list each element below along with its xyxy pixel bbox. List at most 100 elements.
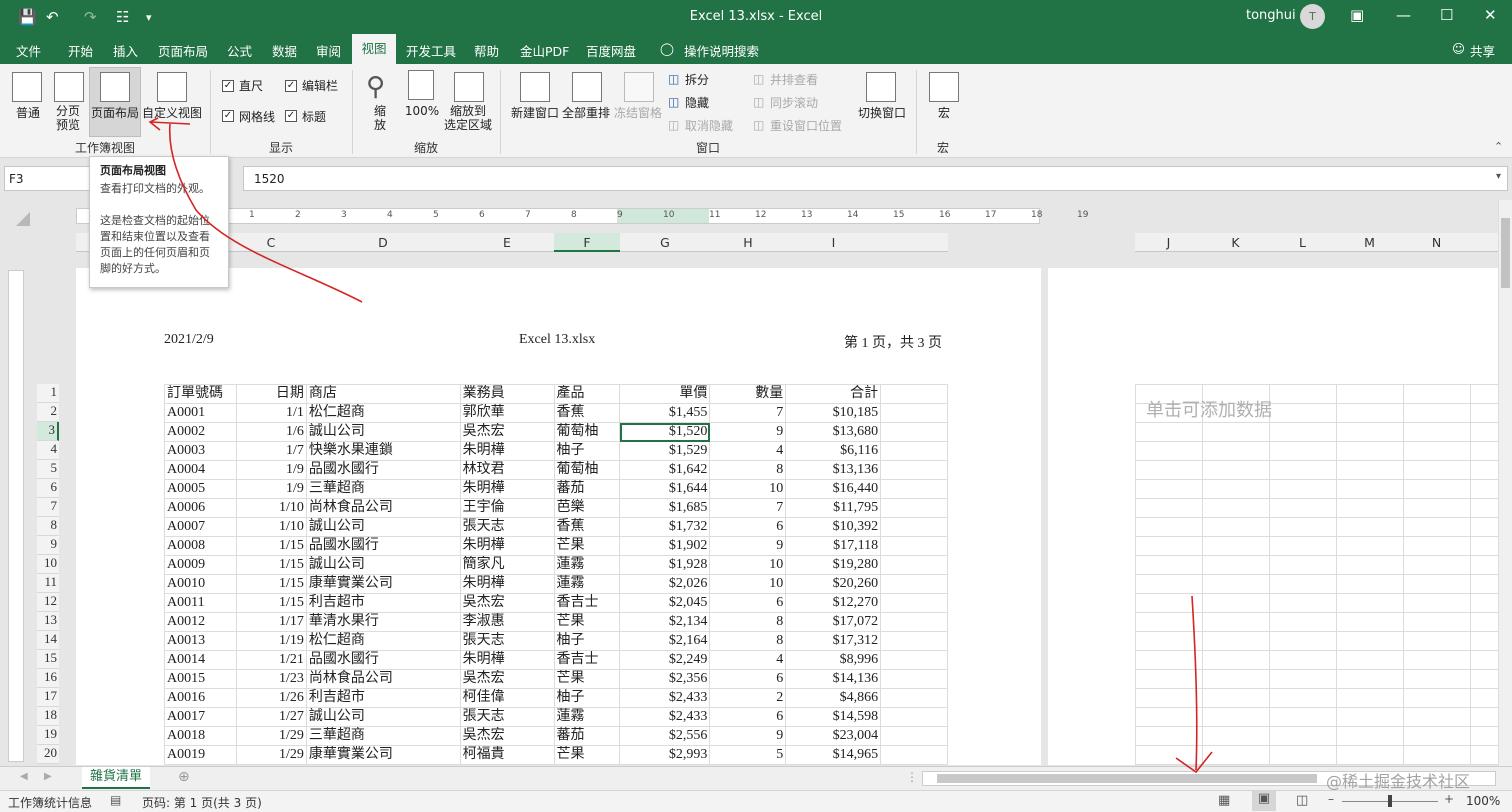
table-cell[interactable]: $2,556	[619, 726, 711, 746]
table-cell[interactable]: 蓮霧	[553, 707, 621, 727]
table-cell[interactable]: $2,249	[619, 650, 711, 670]
table-cell[interactable]: 品國水國行	[305, 460, 461, 480]
formula-input[interactable]: 1520	[243, 166, 1508, 191]
table-cell[interactable]: 尚林食品公司	[305, 669, 461, 689]
add-sheet-icon[interactable]: ⊕	[178, 769, 190, 785]
table-cell[interactable]	[880, 479, 948, 499]
table-cell[interactable]: $2,356	[619, 669, 711, 689]
table-cell[interactable]: $17,312	[785, 631, 882, 651]
table-cell[interactable]: $23,004	[785, 726, 882, 746]
header-cell[interactable]: 合計	[785, 384, 882, 404]
split-button[interactable]: 拆分	[685, 71, 709, 88]
headings-checkbox[interactable]: ✓	[285, 110, 297, 122]
table-cell[interactable]	[880, 384, 948, 404]
reset-position-icon[interactable]: ◫	[753, 118, 764, 132]
table-cell[interactable]	[880, 726, 948, 746]
row-header[interactable]: 18	[37, 707, 59, 726]
table-cell[interactable]: 7	[709, 498, 787, 518]
table-cell[interactable]: 誠山公司	[305, 707, 461, 727]
table-cell[interactable]: 柯佳偉	[459, 688, 555, 708]
table-cell[interactable]: 利吉超市	[305, 593, 461, 613]
table-cell[interactable]: 郭欣華	[459, 403, 555, 423]
table-cell[interactable]: 芒果	[553, 669, 621, 689]
table-cell[interactable]	[880, 612, 948, 632]
table-cell[interactable]: 品國水國行	[305, 536, 461, 556]
zoom-button[interactable]: 缩 放	[368, 104, 392, 132]
table-cell[interactable]: 三華超商	[305, 726, 461, 746]
table-cell[interactable]	[880, 517, 948, 537]
row-header[interactable]: 20	[37, 745, 59, 764]
vertical-scroll-thumb[interactable]	[1501, 218, 1510, 288]
minimize-icon[interactable]: —	[1396, 6, 1411, 24]
table-cell[interactable]: $2,164	[619, 631, 711, 651]
share-button[interactable]: 共享	[1470, 41, 1495, 60]
table-cell[interactable]: 蕃茄	[553, 479, 621, 499]
table-cell[interactable]: 張天志	[459, 631, 555, 651]
table-cell[interactable]: 王宇倫	[459, 498, 555, 518]
page-header-right[interactable]: 第 1 页，共 3 页	[844, 332, 942, 352]
row-header[interactable]: 7	[37, 498, 59, 517]
table-cell[interactable]: 1/19	[235, 631, 307, 651]
table-cell[interactable]: 康華實業公司	[305, 574, 461, 594]
switch-windows-icon[interactable]	[866, 72, 896, 102]
table-cell[interactable]	[880, 498, 948, 518]
normal-view-icon[interactable]	[12, 72, 42, 102]
row-header[interactable]: 12	[37, 593, 59, 612]
expand-formula-icon[interactable]: ▾	[1496, 171, 1501, 182]
table-cell[interactable]: 9	[709, 536, 787, 556]
zoom-out-icon[interactable]: –	[1328, 792, 1334, 806]
tab-page-layout[interactable]: 页面布局	[158, 41, 208, 60]
ruler-checkbox[interactable]: ✓	[222, 80, 234, 92]
table-cell[interactable]: $2,026	[619, 574, 711, 594]
table-cell[interactable]: 8	[709, 612, 787, 632]
table-cell[interactable]	[880, 403, 948, 423]
table-cell[interactable]: $14,136	[785, 669, 882, 689]
table-cell[interactable]: A0019	[164, 745, 237, 765]
custom-view-icon[interactable]	[157, 72, 187, 102]
ribbon-display-icon[interactable]: ▣	[1350, 6, 1364, 24]
tab-kingsoft-pdf[interactable]: 金山PDF	[520, 41, 569, 60]
page-header-center[interactable]: Excel 13.xlsx	[519, 332, 595, 348]
table-cell[interactable]: 1/15	[235, 555, 307, 575]
reset-position-button[interactable]: 重设窗口位置	[770, 117, 842, 134]
normal-view-button[interactable]: 普通	[6, 104, 50, 121]
table-cell[interactable]: 蓮霧	[553, 555, 621, 575]
header-cell[interactable]: 商店	[305, 384, 461, 404]
page-break-icon[interactable]	[54, 72, 84, 102]
header-cell[interactable]: 數量	[709, 384, 787, 404]
select-all-button[interactable]	[16, 212, 30, 226]
table-cell[interactable]: 1/7	[235, 441, 307, 461]
column-header-l[interactable]: L	[1269, 235, 1336, 250]
table-cell[interactable]: 香吉士	[553, 650, 621, 670]
table-cell[interactable]: 1/15	[235, 536, 307, 556]
column-header-i[interactable]: I	[786, 235, 881, 250]
table-cell[interactable]: 葡萄柚	[553, 422, 621, 442]
page-break-button[interactable]: 分页 预览	[48, 104, 88, 132]
table-cell[interactable]: 朱明樺	[459, 441, 555, 461]
table-cell[interactable]: 7	[709, 403, 787, 423]
table-cell[interactable]: $10,392	[785, 517, 882, 537]
table-cell[interactable]: A0011	[164, 593, 237, 613]
table-cell[interactable]: 柯福貴	[459, 745, 555, 765]
table-cell[interactable]	[880, 555, 948, 575]
table-cell[interactable]: A0015	[164, 669, 237, 689]
tab-developer[interactable]: 开发工具	[406, 41, 456, 60]
arrange-all-icon[interactable]	[572, 72, 602, 102]
table-cell[interactable]: $2,993	[619, 745, 711, 765]
zoom-selection-icon[interactable]	[454, 72, 484, 102]
table-cell[interactable]	[880, 460, 948, 480]
table-cell[interactable]: $14,965	[785, 745, 882, 765]
table-cell[interactable]: 尚林食品公司	[305, 498, 461, 518]
table-cell[interactable]: 李淑惠	[459, 612, 555, 632]
macros-button[interactable]: 宏	[928, 104, 960, 121]
sync-scroll-button[interactable]: 同步滚动	[770, 94, 818, 111]
horizontal-scroll-thumb[interactable]	[937, 774, 1317, 783]
row-header[interactable]: 13	[37, 612, 59, 631]
table-cell[interactable]: 柚子	[553, 441, 621, 461]
table-cell[interactable]: 1/10	[235, 498, 307, 518]
table-cell[interactable]: 香蕉	[553, 517, 621, 537]
row-header[interactable]: 14	[37, 631, 59, 650]
table-cell[interactable]: 1/29	[235, 726, 307, 746]
name-box[interactable]: F3	[4, 166, 90, 191]
table-cell[interactable]: $2,433	[619, 688, 711, 708]
